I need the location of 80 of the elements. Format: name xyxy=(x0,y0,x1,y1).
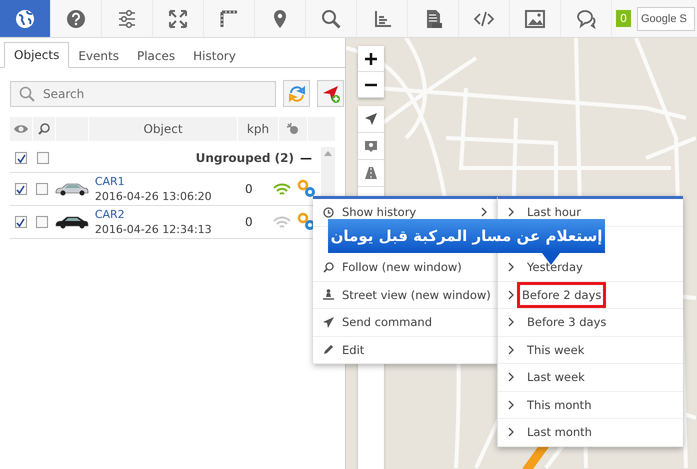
chevron-right-icon xyxy=(508,262,514,272)
submenu-item-label: This week xyxy=(526,342,586,359)
zoom-in-button[interactable] xyxy=(358,46,384,72)
refresh-icon xyxy=(288,84,306,102)
search-icon xyxy=(38,123,50,135)
checkbox[interactable] xyxy=(14,183,27,195)
submenu-item[interactable]: Before 2 days xyxy=(498,282,683,309)
group-label: Ungrouped (2) xyxy=(196,151,294,165)
object-name-link[interactable]: CAR1 xyxy=(94,174,125,188)
search-icon xyxy=(19,86,35,102)
sliders-icon xyxy=(117,8,137,28)
image-icon xyxy=(525,8,545,28)
toolbar-button[interactable] xyxy=(0,0,51,37)
help-icon xyxy=(66,8,86,28)
speed-value: 0 xyxy=(244,215,253,229)
chevron-right-icon xyxy=(508,372,514,382)
checkbox[interactable] xyxy=(36,216,48,228)
collapse-button[interactable]: — xyxy=(298,151,314,165)
submenu-item-label: Last week xyxy=(526,369,586,386)
submenu-item[interactable]: Last month xyxy=(498,419,683,446)
submenu-item[interactable]: This month xyxy=(498,392,683,419)
paper-plane-icon xyxy=(323,316,334,328)
submenu-item[interactable]: This week xyxy=(498,336,683,364)
traffic-button[interactable] xyxy=(358,160,384,187)
car-icon xyxy=(54,215,89,229)
chevron-right-icon xyxy=(508,290,514,300)
road-icon xyxy=(365,167,377,179)
timestamp: 2016-04-26 13:06:20 xyxy=(94,188,212,204)
refresh-button[interactable] xyxy=(283,80,310,107)
scroll-up-icon xyxy=(324,151,332,156)
checkbox[interactable] xyxy=(15,152,27,164)
highlight-box: Before 2 days xyxy=(517,282,606,308)
chevron-right-icon xyxy=(508,317,514,328)
map-search-field[interactable]: Google S xyxy=(637,6,695,30)
expand-icon xyxy=(168,8,188,28)
checkbox[interactable] xyxy=(36,183,48,195)
submenu-item-label: Last hour xyxy=(526,204,582,222)
car-icon xyxy=(54,182,89,196)
submenu-item[interactable]: Last week xyxy=(498,364,683,392)
submenu-item-label: Yesterday xyxy=(526,259,584,276)
chevron-right-icon xyxy=(508,400,514,410)
street-view-button[interactable] xyxy=(358,133,384,160)
tab[interactable]: History xyxy=(184,44,245,68)
chevron-right-icon xyxy=(508,207,514,218)
eye-icon xyxy=(13,123,29,135)
person-icon xyxy=(323,289,334,300)
ruler-icon xyxy=(219,8,239,28)
add-object-button[interactable] xyxy=(317,80,344,107)
search-icon xyxy=(323,262,334,273)
navigation-arrow-icon xyxy=(365,113,377,125)
submenu-item-label: This month xyxy=(526,396,592,414)
clock-icon xyxy=(323,206,334,218)
checkbox[interactable] xyxy=(37,152,49,164)
submenu-item[interactable]: Before 3 days xyxy=(498,309,683,336)
tab[interactable]: Places xyxy=(128,44,184,68)
chevron-right-icon xyxy=(508,427,514,438)
search-icon xyxy=(321,8,341,28)
locate-button[interactable] xyxy=(358,106,384,133)
chat-bubbles-icon xyxy=(576,8,596,28)
column-header: kph xyxy=(238,117,279,141)
pencil-icon xyxy=(323,344,334,356)
message-count-badge: 0 xyxy=(616,10,631,27)
plus-icon xyxy=(365,52,377,64)
zoom-out-button[interactable] xyxy=(358,72,384,98)
navigation-arrow-plus-icon xyxy=(322,84,340,102)
speed-value: 0 xyxy=(244,182,253,196)
object-name-link[interactable]: CAR2 xyxy=(94,208,125,222)
timestamp: 2016-04-26 12:34:13 xyxy=(94,222,212,236)
street-view-icon xyxy=(365,140,377,152)
tab[interactable]: Objects xyxy=(4,42,70,68)
search-field[interactable]: Search xyxy=(10,80,276,106)
chevron-right-icon xyxy=(508,344,514,355)
globe-icon xyxy=(15,8,35,28)
submenu-item-label: Before 3 days xyxy=(526,314,608,332)
callout-text: إستعلام عن مسار المركبة قبل يومان xyxy=(330,227,602,245)
submenu-item-label: Last month xyxy=(526,424,593,442)
chart-axes-icon xyxy=(372,8,392,28)
checkbox[interactable] xyxy=(14,216,27,228)
column-header: Object xyxy=(89,117,238,141)
tab[interactable]: Events xyxy=(69,44,128,68)
